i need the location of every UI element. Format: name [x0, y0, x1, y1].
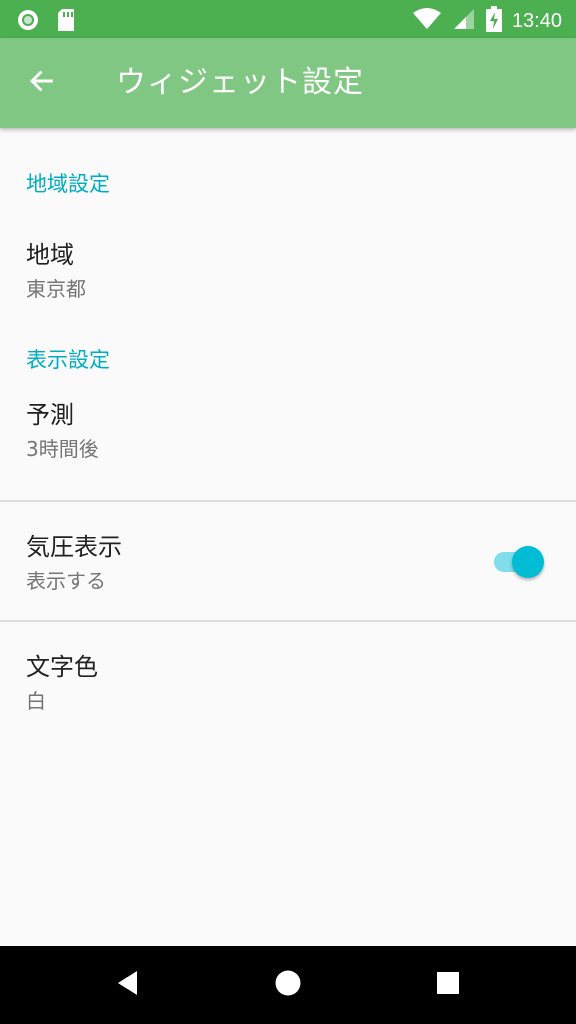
category-region: 地域設定 [0, 128, 576, 210]
pref-forecast[interactable]: 予測 3時間後 [0, 386, 576, 500]
category-title: 表示設定 [26, 348, 110, 372]
sd-card-icon [56, 8, 76, 36]
app-bar: ウィジェット設定 [0, 38, 576, 128]
home-circle-icon [274, 969, 302, 1001]
signal-icon [452, 7, 476, 35]
pref-title: 予測 [26, 401, 74, 429]
pref-summary: 東京都 [26, 277, 86, 301]
nav-recents-button[interactable] [423, 960, 473, 1010]
battery-charging-icon [485, 6, 502, 36]
pref-summary: 3時間後 [26, 437, 99, 461]
pref-pressure-display[interactable]: 気圧表示 表示する [0, 502, 576, 620]
pref-title: 地域 [26, 241, 74, 269]
pref-summary: 白 [26, 689, 46, 713]
pref-text-color[interactable]: 文字色 白 [0, 622, 576, 740]
navigation-bar [0, 946, 576, 1024]
category-title: 地域設定 [26, 172, 110, 196]
circle-notification-icon [16, 8, 40, 36]
back-triangle-icon [115, 969, 141, 1001]
settings-list: 地域設定 地域 東京都 表示設定 予測 3時間後 気圧表示 表示する 文字色 白 [0, 128, 576, 740]
status-time: 13:40 [511, 10, 562, 32]
pref-summary: 表示する [26, 569, 106, 593]
pref-title: 文字色 [26, 653, 98, 681]
back-button[interactable] [18, 59, 66, 107]
pref-title: 気圧表示 [26, 533, 122, 561]
pressure-toggle-switch[interactable] [494, 546, 544, 578]
recents-square-icon [435, 970, 461, 1000]
page-title: ウィジェット設定 [116, 65, 364, 100]
screen: 13:40 ウィジェット設定 地域設定 地域 東京都 表示設定 予測 3時間後 [0, 0, 576, 1024]
category-display: 表示設定 [0, 328, 576, 386]
nav-back-button[interactable] [103, 960, 153, 1010]
pref-region[interactable]: 地域 東京都 [0, 210, 576, 328]
nav-home-button[interactable] [263, 960, 313, 1010]
status-bar: 13:40 [0, 0, 576, 38]
wifi-icon [412, 7, 442, 35]
toggle-thumb [512, 546, 544, 578]
arrow-back-icon [28, 67, 56, 99]
